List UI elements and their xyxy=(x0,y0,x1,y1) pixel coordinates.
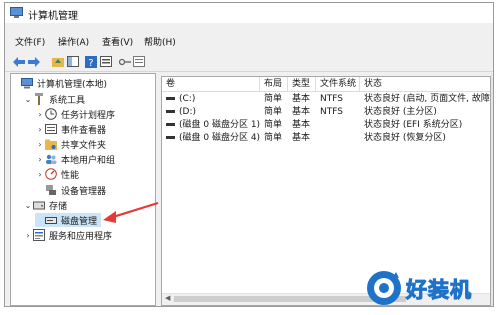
watermark: 好装机 xyxy=(362,264,480,308)
watermark-text: 好装机 xyxy=(406,278,472,303)
